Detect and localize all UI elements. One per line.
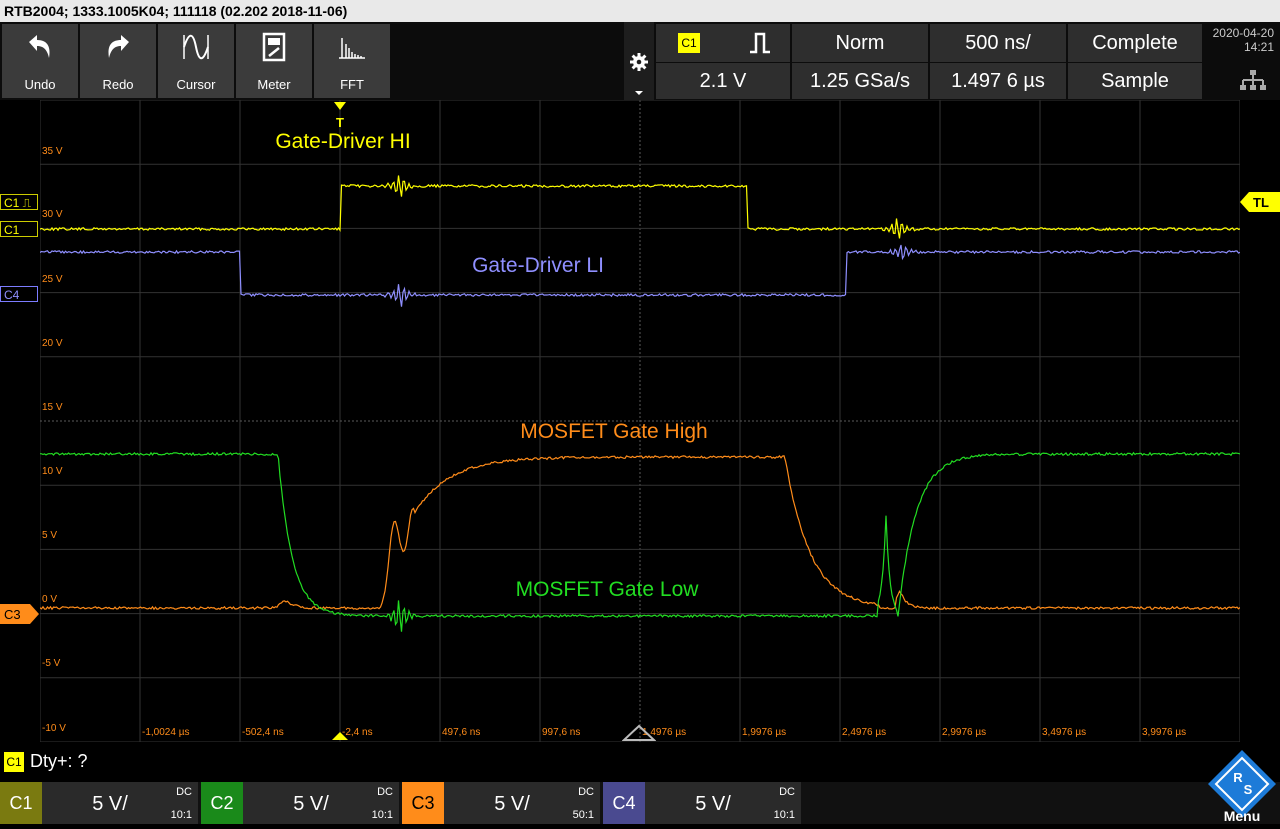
date: 2020-04-20 — [1212, 26, 1274, 40]
c1-offset-marker[interactable]: C1 — [0, 221, 38, 237]
y-tick-label: 30 V — [42, 209, 63, 220]
y-tick-label: 35 V — [42, 146, 63, 157]
y-tick-label: 15 V — [42, 402, 63, 413]
channel-c1-panel[interactable]: C1 5 V/ DC 10:1 — [0, 782, 198, 824]
meter-label: Meter — [257, 77, 291, 92]
channel-c3-tag: C3 — [402, 782, 444, 824]
time: 14:21 — [1243, 40, 1274, 54]
trigger-source-cell[interactable]: C1 — [656, 24, 790, 62]
channel-c3-panel[interactable]: C3 5 V/ DC 50:1 — [402, 782, 600, 824]
gear-icon — [630, 53, 648, 71]
x-tick-label: 3,4976 µs — [1042, 727, 1086, 738]
c1-trigger-marker[interactable]: C1 ⎍ — [0, 194, 38, 210]
settings-button[interactable] — [624, 22, 654, 100]
trigger-marker-label: T — [336, 115, 344, 129]
cursor-icon — [183, 34, 209, 60]
timebase[interactable]: 500 ns/ — [930, 24, 1066, 62]
x-tick-label: 1,9976 µs — [742, 727, 786, 738]
c3-marker-label: C3 — [4, 607, 21, 622]
redo-icon — [108, 35, 129, 58]
svg-text:S: S — [1244, 782, 1253, 797]
trigger-mode[interactable]: Norm — [792, 24, 928, 62]
rising-edge-icon — [750, 32, 770, 54]
trigger-time-marker — [332, 732, 348, 740]
annotation-gate-driver-hi: Gate-Driver HI — [275, 130, 410, 153]
menu-button[interactable]: R S Menu — [1204, 748, 1280, 824]
undo-label: Undo — [24, 77, 56, 92]
fft-button[interactable]: FFT — [314, 24, 390, 98]
channel-c2-panel[interactable]: C2 5 V/ DC 10:1 — [201, 782, 399, 824]
channel-bar: C1 5 V/ DC 10:1 C2 5 V/ DC 10:1 C3 5 V/ … — [0, 782, 1280, 824]
y-tick-label: -10 V — [42, 723, 66, 734]
y-tick-label: 5 V — [42, 530, 57, 541]
channel-c1-tag: C1 — [0, 782, 42, 824]
sample-rate: 1.25 GSa/s — [792, 63, 928, 99]
trigger-position-marker[interactable]: T — [332, 101, 348, 129]
cursor-label: Cursor — [176, 77, 216, 92]
meter-icon — [262, 32, 286, 62]
x-tick-label: -502,4 ns — [242, 727, 284, 738]
x-tick-label: 3,9976 µs — [1142, 727, 1186, 738]
svg-text:R: R — [1233, 770, 1243, 785]
acquisition-status: Complete — [1068, 24, 1202, 62]
channel-c3-scale: 5 V/ — [494, 793, 530, 815]
channel-c4-tag: C4 — [603, 782, 645, 824]
channel-c4-coupling: DC — [779, 786, 795, 798]
y-tick-label: 25 V — [42, 274, 63, 285]
chevron-down-icon — [635, 91, 643, 95]
meter-button[interactable]: Meter — [236, 24, 312, 98]
measurement-row: C1 Dty+: ? — [0, 748, 1280, 780]
undo-icon — [29, 35, 50, 58]
channel-c2-probe: 10:1 — [371, 809, 393, 821]
x-tick-label: 2,9976 µs — [942, 727, 986, 738]
trigger-level-cell[interactable]: 2.1 V — [656, 63, 790, 99]
channel-c2-tag: C2 — [201, 782, 243, 824]
y-tick-label: 0 V — [42, 594, 57, 605]
c4-offset-marker[interactable]: C4 — [0, 286, 38, 302]
channel-c2-coupling: DC — [377, 786, 393, 798]
fft-icon — [339, 38, 365, 59]
trigger-source-badge: C1 — [678, 33, 700, 53]
channel-c3-coupling: DC — [578, 786, 594, 798]
annotation-mosfet-gate-low: MOSFET Gate Low — [516, 578, 700, 601]
x-tick-label: 497,6 ns — [442, 727, 480, 738]
channel-c1-scale: 5 V/ — [92, 793, 128, 815]
c3-offset-marker[interactable]: C3 — [0, 604, 40, 624]
annotation-gate-driver-li: Gate-Driver LI — [472, 254, 604, 277]
x-tick-label: -1,0024 µs — [142, 727, 189, 738]
annotation-mosfet-gate-high: MOSFET Gate High — [520, 420, 708, 443]
channel-c1-coupling: DC — [176, 786, 192, 798]
y-tick-label: 20 V — [42, 338, 63, 349]
time-offset[interactable]: 1.497 6 µs — [930, 63, 1066, 99]
channel-c4-panel[interactable]: C4 5 V/ DC 10:1 — [603, 782, 801, 824]
window-title: RTB2004; 1333.1005K04; 111118 (02.202 20… — [0, 0, 1280, 22]
fft-label: FFT — [340, 77, 364, 92]
channel-c4-scale: 5 V/ — [695, 793, 731, 815]
undo-button[interactable]: Undo — [2, 24, 78, 98]
menu-label: Menu — [1223, 808, 1261, 824]
channel-c4-probe: 10:1 — [773, 809, 795, 821]
x-tick-label: 997,6 ns — [542, 727, 580, 738]
trigger-level-marker[interactable]: TL — [1240, 192, 1280, 212]
redo-button[interactable]: Redo — [80, 24, 156, 98]
channel-c3-probe: 50:1 — [572, 809, 594, 821]
cursor-button[interactable]: Cursor — [158, 24, 234, 98]
redo-label: Redo — [102, 77, 134, 92]
y-tick-label: 10 V — [42, 466, 63, 477]
x-tick-label: 2,4976 µs — [842, 727, 886, 738]
acquisition-mode[interactable]: Sample — [1068, 63, 1202, 99]
network-icon — [1240, 70, 1266, 90]
datetime: 2020-04-20 14:21 — [1204, 22, 1280, 100]
horizontal-position-marker[interactable] — [622, 724, 656, 742]
channel-c1-probe: 10:1 — [170, 809, 192, 821]
duty-cycle-measurement[interactable]: Dty+: ? — [30, 751, 88, 772]
measurement-source-badge: C1 — [4, 752, 24, 772]
channel-c2-scale: 5 V/ — [293, 793, 329, 815]
waveform-display[interactable]: 35 V30 V25 V20 V15 V10 V5 V0 V-5 V-10 V … — [40, 100, 1240, 742]
trigger-level-label: TL — [1253, 195, 1269, 210]
y-tick-label: -5 V — [42, 658, 61, 669]
